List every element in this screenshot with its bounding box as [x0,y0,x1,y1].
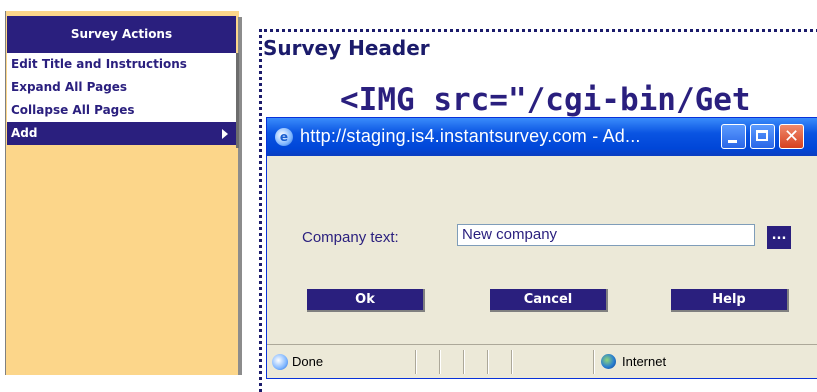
browse-button[interactable]: ... [767,226,791,249]
actions-menu: Edit Title and Instructions Expand All P… [7,53,236,145]
security-zone-text: Internet [622,354,667,369]
internet-globe-icon [601,354,616,369]
company-text-label: Company text: [302,229,399,246]
maximize-button[interactable] [750,124,775,149]
menu-item-collapse-all[interactable]: Collapse All Pages [7,99,236,122]
status-divider [463,350,464,374]
submenu-arrow-icon [222,129,228,139]
menu-shadow [236,53,239,148]
menu-item-add-label: Add [11,126,38,140]
status-bar: Done Internet [267,344,817,378]
status-divider [415,350,416,374]
popup-window: e http://staging.is4.instantsurvey.com -… [266,117,817,379]
image-tag-text: <IMG src="/cgi-bin/Get [340,82,751,118]
menu-item-add[interactable]: Add [7,122,236,145]
close-button[interactable]: ✕ [779,124,804,149]
menu-header: Survey Actions [7,16,236,53]
maximize-icon [756,130,768,141]
survey-header[interactable]: Survey Header [263,36,430,60]
status-divider [511,350,512,374]
ie-page-icon: e [275,128,293,146]
status-divider [439,350,440,374]
status-text: Done [292,354,324,369]
menu-item-edit-title[interactable]: Edit Title and Instructions [7,53,236,76]
dialog-content: Company text: New company ... Ok Cancel … [271,156,817,344]
ok-button[interactable]: Ok [307,289,425,312]
menu-item-expand-all[interactable]: Expand All Pages [7,76,236,99]
window-title: http://staging.is4.instantsurvey.com - A… [300,126,641,146]
minimize-icon [728,140,737,143]
close-icon: ✕ [783,126,800,147]
status-divider [593,350,594,374]
window-titlebar[interactable]: e http://staging.is4.instantsurvey.com -… [267,118,817,156]
status-divider [487,350,488,374]
minimize-button[interactable] [721,124,746,149]
cancel-button[interactable]: Cancel [490,289,608,312]
ie-page-icon [272,354,288,370]
help-button[interactable]: Help [671,289,789,312]
company-text-input[interactable]: New company [457,224,755,246]
